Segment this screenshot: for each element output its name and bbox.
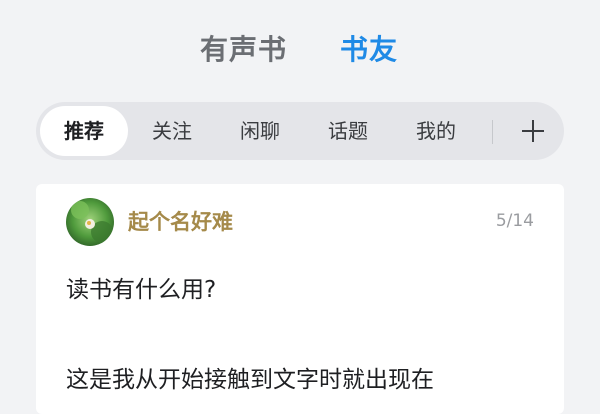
sub-tab-bar: 推荐 关注 闲聊 话题 我的 xyxy=(36,102,564,160)
plus-icon[interactable] xyxy=(508,106,558,156)
post-date: 5/14 xyxy=(495,211,534,231)
tab-audiobook[interactable]: 有声书 xyxy=(200,28,287,68)
sub-tab-mine[interactable]: 我的 xyxy=(396,106,476,156)
sub-tab-recommended[interactable]: 推荐 xyxy=(40,106,128,156)
tab-divider xyxy=(492,120,493,144)
post-author-name[interactable]: 起个名好难 xyxy=(128,206,233,236)
sub-tab-topics[interactable]: 话题 xyxy=(308,106,388,156)
tab-book-friends[interactable]: 书友 xyxy=(340,28,398,68)
avatar[interactable] xyxy=(66,198,114,246)
sub-tab-following[interactable]: 关注 xyxy=(132,106,212,156)
sub-tab-chat[interactable]: 闲聊 xyxy=(220,106,300,156)
avatar-image xyxy=(66,198,114,246)
post-card[interactable]: 起个名好难 5/14 读书有什么用? 这是我从开始接触到文字时就出现在 xyxy=(36,184,564,414)
post-body[interactable]: 这是我从开始接触到文字时就出现在 xyxy=(66,360,434,394)
top-tab-bar: 有声书 书友 xyxy=(0,0,600,96)
post-title[interactable]: 读书有什么用? xyxy=(66,270,216,304)
